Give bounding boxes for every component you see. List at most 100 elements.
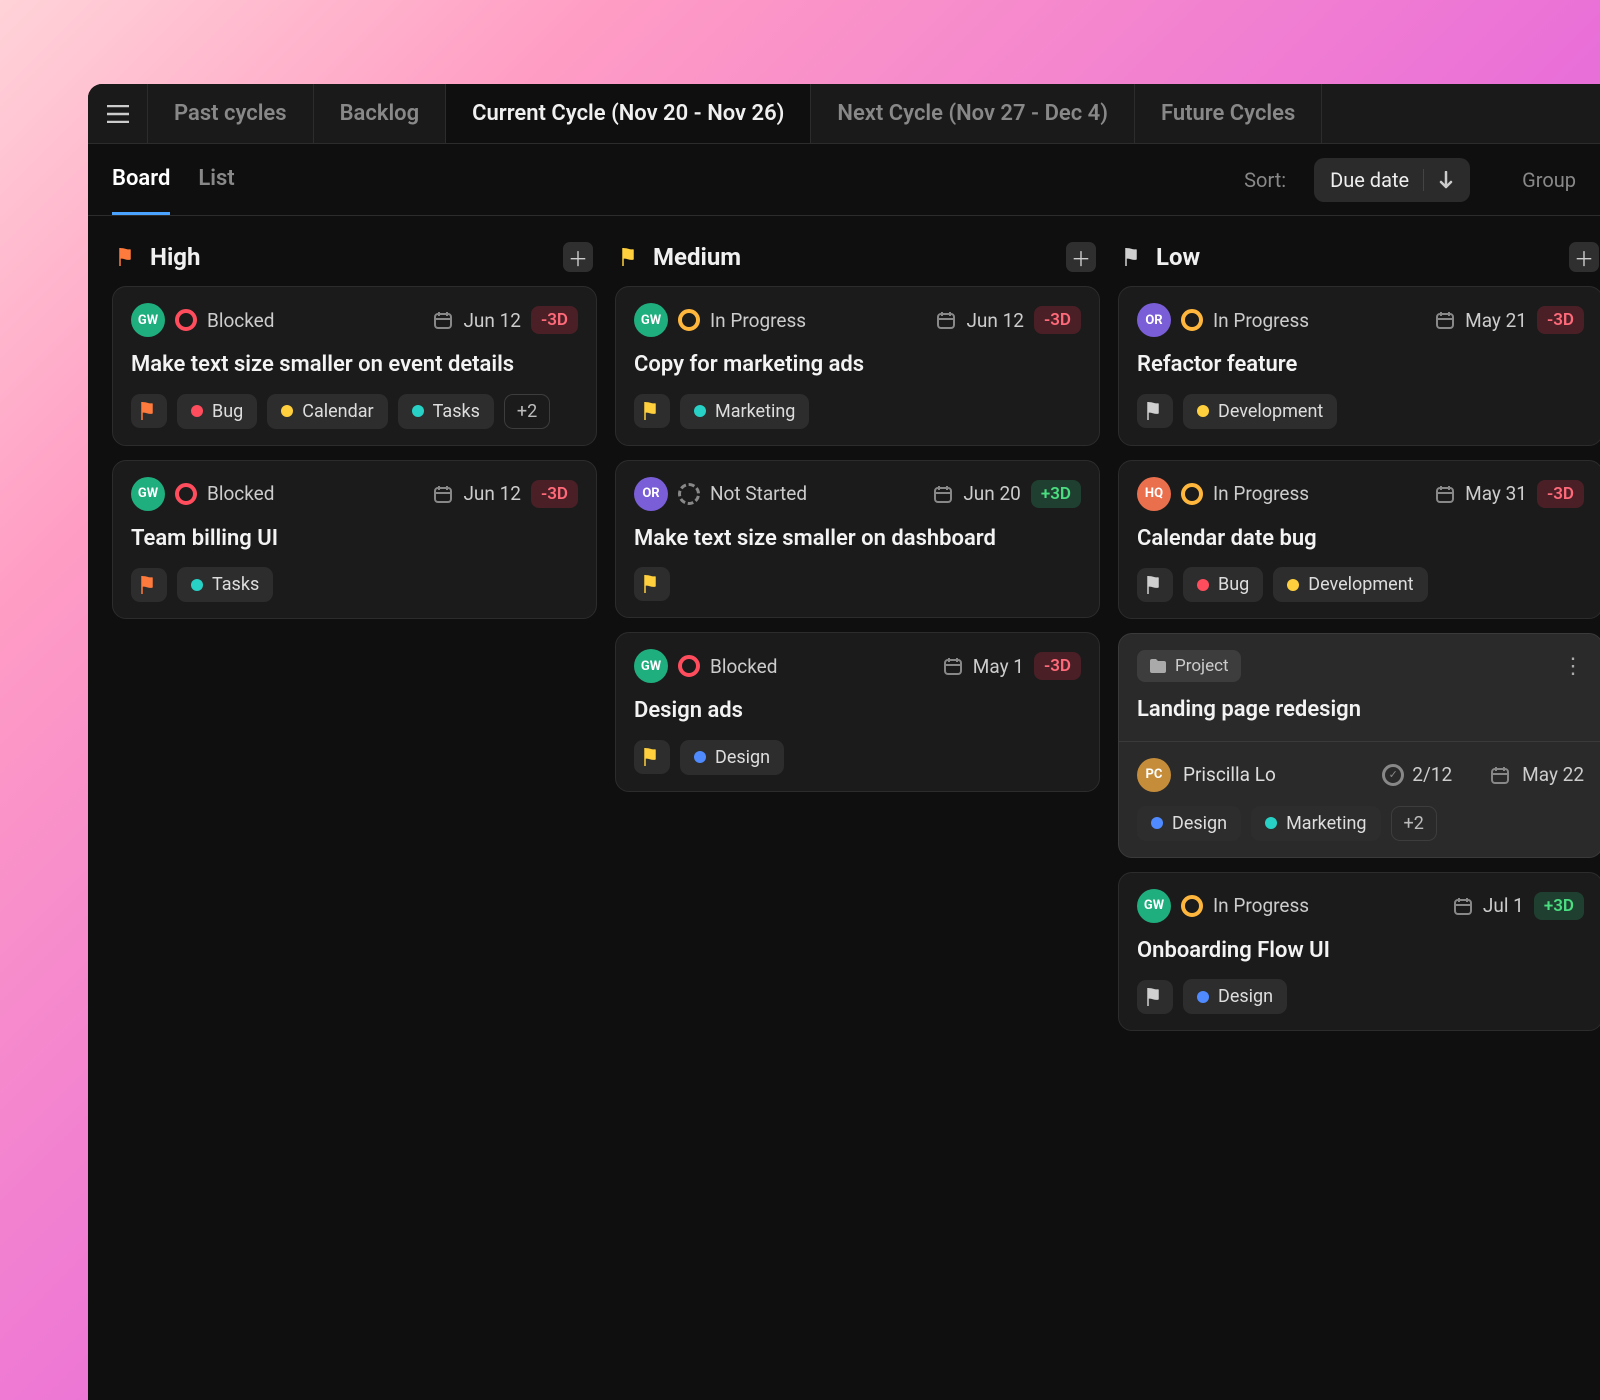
priority-flag-icon[interactable] [634,740,670,774]
date-delta: -3D [1537,306,1584,334]
tag-bug[interactable]: Bug [1183,567,1263,602]
calendar-icon [433,310,453,330]
due-date: Jun 12 [463,309,521,332]
priority-flag-icon[interactable] [634,567,670,601]
tag-development[interactable]: Development [1183,394,1337,429]
avatar: HQ [1137,477,1171,511]
column-medium: Medium ＋ GW In Progress Jun 12 -3D Copy … [615,234,1100,1045]
tag-tasks[interactable]: Tasks [177,567,273,602]
date-delta: -3D [1034,652,1081,680]
tag-development[interactable]: Development [1273,567,1427,602]
group-label: Group [1498,168,1576,192]
status-ring-icon [1181,895,1203,917]
task-title: Make text size smaller on dashboard [634,525,1081,554]
more-tags[interactable]: +2 [504,394,550,429]
due-date: Jul 1 [1483,894,1524,917]
status-ring-icon [175,483,197,505]
sort-value: Due date [1330,168,1409,192]
due-date: Jun 12 [463,482,521,505]
top-tab[interactable]: Past cycles [148,84,314,143]
add-card-button[interactable]: ＋ [563,242,593,272]
date-delta: -3D [1537,480,1584,508]
assignee-name: Priscilla Lo [1183,763,1276,786]
arrow-down-icon [1438,171,1454,189]
status-text: Blocked [207,309,274,332]
due-date: Jun 12 [966,309,1024,332]
avatar: OR [634,477,668,511]
task-title: Refactor feature [1137,351,1584,380]
more-tags[interactable]: +2 [1391,806,1437,841]
due-date: May 31 [1465,482,1527,505]
task-card[interactable]: GW In Progress Jun 12 -3D Copy for marke… [615,286,1100,446]
status-text: In Progress [710,309,806,332]
top-tab[interactable]: Future Cycles [1135,84,1322,143]
priority-flag-icon[interactable] [131,568,167,602]
date-delta: +3D [1534,892,1584,920]
tag-marketing[interactable]: Marketing [1251,806,1380,841]
flag-icon [619,246,641,268]
avatar: GW [131,303,165,337]
project-badge: Project [1137,650,1241,682]
view-tab[interactable]: Board [112,144,170,215]
top-tab[interactable]: Backlog [314,84,447,143]
tag-tasks[interactable]: Tasks [398,394,494,429]
priority-flag-icon[interactable] [1137,394,1173,428]
kebab-icon[interactable]: ⋮ [1562,654,1584,679]
task-card[interactable]: GW Blocked Jun 12 -3D Make text size sma… [112,286,597,446]
tag-design[interactable]: Design [680,740,784,775]
task-title: Calendar date bug [1137,525,1584,554]
tag-calendar[interactable]: Calendar [267,394,387,429]
top-tab[interactable]: Next Cycle (Nov 27 - Dec 4) [811,84,1135,143]
status-text: In Progress [1213,894,1309,917]
hamburger-icon [107,105,129,123]
task-card[interactable]: GW In Progress Jul 1 +3D Onboarding Flow… [1118,872,1600,1032]
status-ring-icon [678,655,700,677]
project-card[interactable]: Project ⋮ Landing page redesign PC Prisc… [1118,633,1600,858]
task-card[interactable]: OR In Progress May 21 -3D Refactor featu… [1118,286,1600,446]
priority-flag-icon[interactable] [634,394,670,428]
task-card[interactable]: GW Blocked May 1 -3D Design ads Design [615,632,1100,792]
add-card-button[interactable]: ＋ [1066,242,1096,272]
view-row: BoardList Sort: Due date Group [88,144,1600,216]
avatar: GW [131,477,165,511]
priority-flag-icon[interactable] [131,394,167,428]
avatar: GW [634,649,668,683]
status-ring-icon [1181,483,1203,505]
status-text: In Progress [1213,309,1309,332]
priority-flag-icon[interactable] [1137,568,1173,602]
calendar-icon [933,484,953,504]
column-low: Low ＋ OR In Progress May 21 -3D Refactor… [1118,234,1600,1045]
status-text: Blocked [207,482,274,505]
calendar-icon [1490,765,1510,785]
calendar-icon [433,484,453,504]
tag-bug[interactable]: Bug [177,394,257,429]
date-delta: -3D [531,480,578,508]
tag-design[interactable]: Design [1137,806,1241,841]
avatar: PC [1137,758,1171,792]
menu-button[interactable] [88,84,148,143]
status-ring-icon [678,483,700,505]
sort-selector[interactable]: Due date [1314,158,1470,202]
top-tab[interactable]: Current Cycle (Nov 20 - Nov 26) [446,84,811,143]
date-delta: -3D [1034,306,1081,334]
column-high: High ＋ GW Blocked Jun 12 -3D Make text s… [112,234,597,1045]
priority-flag-icon[interactable] [1137,980,1173,1014]
task-card[interactable]: GW Blocked Jun 12 -3D Team billing UI Ta… [112,460,597,620]
flag-icon [116,246,138,268]
view-tab[interactable]: List [198,144,234,215]
date-delta: -3D [531,306,578,334]
tag-design[interactable]: Design [1183,979,1287,1014]
column-header-low: Low ＋ [1118,234,1600,286]
add-card-button[interactable]: ＋ [1569,242,1599,272]
board: High ＋ GW Blocked Jun 12 -3D Make text s… [88,216,1600,1063]
status-text: Not Started [710,482,807,505]
tag-marketing[interactable]: Marketing [680,394,809,429]
project-title: Landing page redesign [1137,696,1584,725]
due-date: May 21 [1465,309,1527,332]
task-title: Onboarding Flow UI [1137,937,1584,966]
task-card[interactable]: OR Not Started Jun 20 +3D Make text size… [615,460,1100,619]
calendar-icon [1435,484,1455,504]
task-card[interactable]: HQ In Progress May 31 -3D Calendar date … [1118,460,1600,620]
task-title: Copy for marketing ads [634,351,1081,380]
date: May 22 [1522,763,1584,786]
